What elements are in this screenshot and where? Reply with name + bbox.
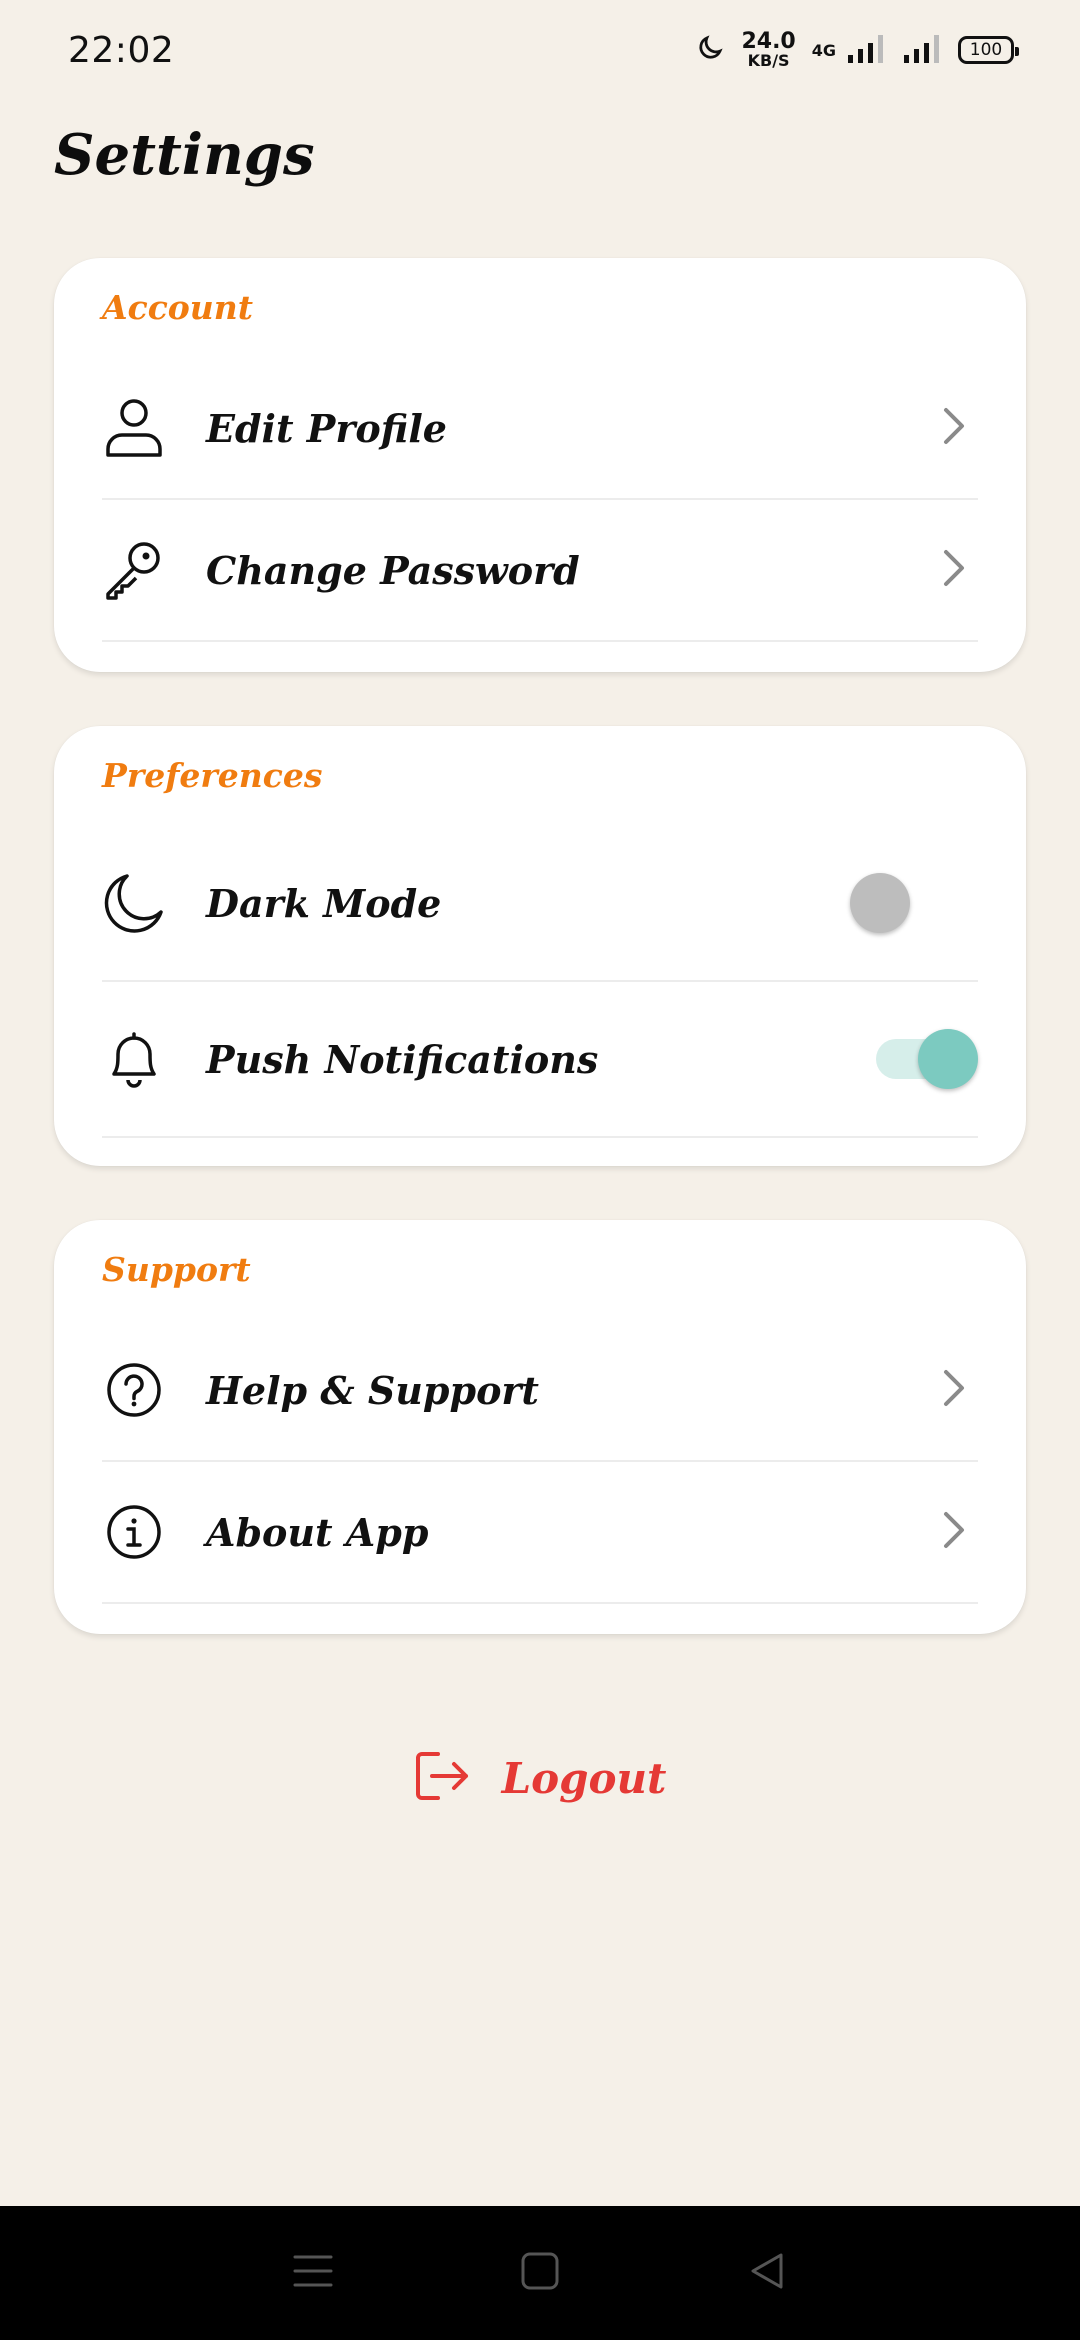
moon-icon (102, 871, 166, 935)
section-title-preferences: Preferences (102, 756, 323, 795)
status-time: 22:02 (68, 29, 175, 71)
network-type: 4G (811, 40, 836, 60)
chevron-right-icon (942, 406, 966, 450)
preferences-card: Preferences Dark Mode Push Notifications (54, 726, 1026, 1166)
chevron-right-icon (942, 1368, 966, 1412)
toggle-knob (918, 1029, 978, 1089)
back-icon[interactable] (747, 2251, 787, 2295)
help-support-item[interactable]: Help & Support (102, 1320, 978, 1462)
support-card: Support Help & Support About App (54, 1220, 1026, 1634)
network-speed-unit: KB/S (747, 51, 790, 70)
settings-screen: 22:02 24.0 KB/S 4G 100 Settings Account … (0, 0, 1080, 2340)
menu-icon[interactable] (293, 2253, 333, 2293)
chevron-right-icon (942, 1510, 966, 1554)
status-icons: 24.0 KB/S 4G 100 (695, 31, 1019, 69)
status-bar: 22:02 24.0 KB/S 4G 100 (0, 0, 1080, 100)
change-password-label: Change Password (206, 547, 580, 593)
push-notifications-label: Push Notifications (206, 1036, 599, 1082)
help-support-label: Help & Support (206, 1367, 539, 1413)
signal-icon-2 (902, 31, 942, 69)
dark-mode-toggle[interactable] (850, 873, 910, 933)
dark-mode-item[interactable]: Dark Mode (102, 826, 978, 982)
section-title-support: Support (102, 1250, 251, 1289)
key-icon (102, 538, 166, 602)
account-card: Account Edit Profile Change Password (54, 258, 1026, 672)
page-title: Settings (54, 122, 315, 188)
edit-profile-item[interactable]: Edit Profile (102, 358, 978, 500)
change-password-item[interactable]: Change Password (102, 500, 978, 642)
network-speed-value: 24.0 (741, 29, 796, 54)
edit-profile-label: Edit Profile (206, 405, 447, 451)
about-app-item[interactable]: About App (102, 1462, 978, 1604)
home-icon[interactable] (520, 2251, 560, 2295)
push-notifications-toggle[interactable] (876, 1029, 978, 1089)
question-circle-icon (102, 1358, 166, 1422)
dark-mode-label: Dark Mode (206, 880, 442, 926)
navigation-bar (0, 2206, 1080, 2340)
info-circle-icon (102, 1500, 166, 1564)
bell-icon (102, 1027, 166, 1091)
signal-icon (846, 31, 886, 69)
logout-label: Logout (501, 1753, 667, 1803)
push-notifications-item[interactable]: Push Notifications (102, 982, 978, 1138)
user-icon (102, 396, 166, 460)
about-app-label: About App (206, 1509, 429, 1555)
logout-icon (414, 1750, 472, 1806)
section-title-account: Account (102, 288, 254, 327)
network-speed: 24.0 KB/S (741, 31, 795, 69)
logout-button[interactable]: Logout (0, 1750, 1080, 1806)
battery-icon: 100 (958, 36, 1019, 64)
chevron-right-icon (942, 548, 966, 592)
moon-icon (695, 33, 725, 67)
